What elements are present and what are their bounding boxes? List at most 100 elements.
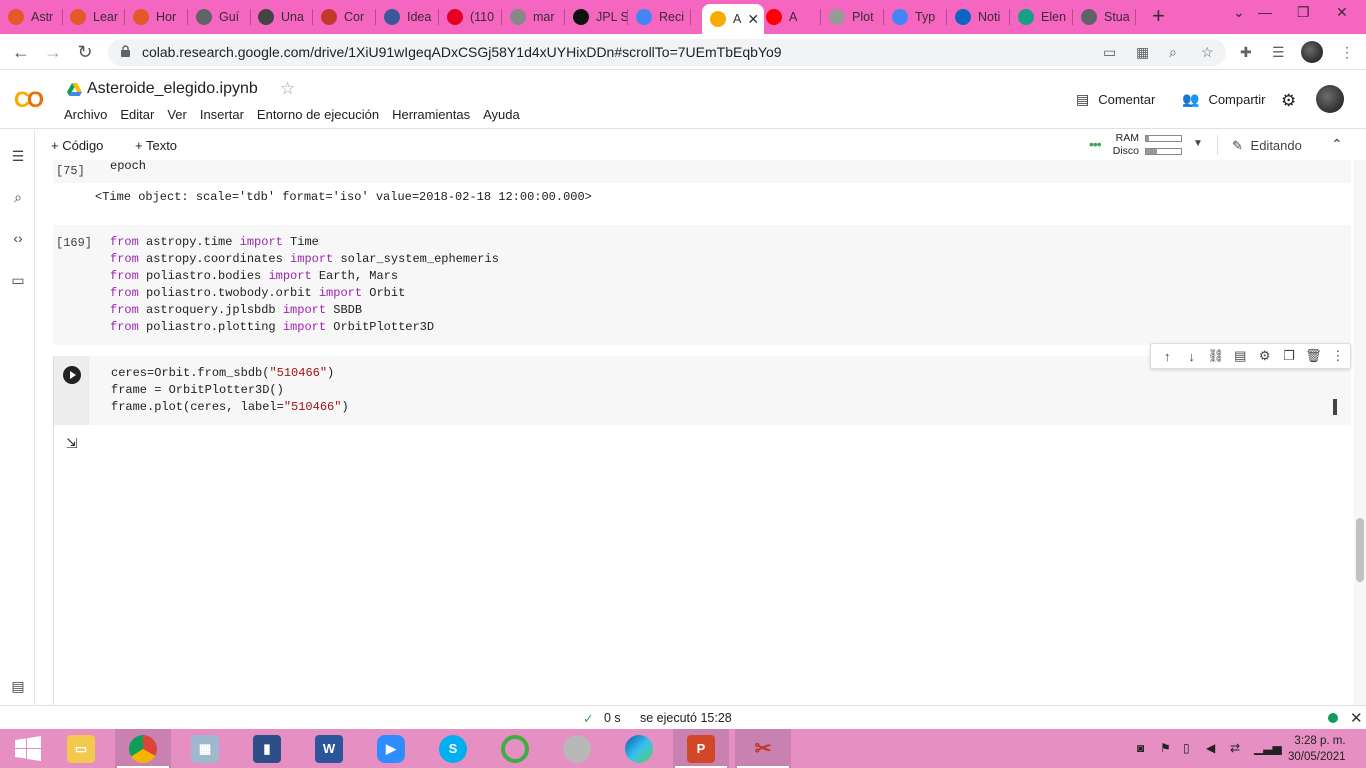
link-icon[interactable]: ⛓ — [1204, 348, 1228, 364]
chrome-taskbar[interactable] — [115, 729, 171, 768]
bookmark-star-icon[interactable]: ☆ — [1201, 44, 1214, 61]
share-button[interactable]: 👥 Compartir — [1182, 91, 1266, 108]
code-snippets-icon[interactable]: ‹› — [10, 230, 26, 246]
browser-profile-avatar[interactable] — [1301, 41, 1323, 63]
browser-menu-icon[interactable]: ⋮ — [1340, 44, 1354, 61]
remote-app-taskbar[interactable]: ▮ — [239, 729, 295, 768]
scrollbar-thumb[interactable] — [1356, 518, 1364, 582]
menu-help[interactable]: Ayuda — [483, 107, 520, 122]
star-notebook-icon[interactable]: ☆ — [280, 79, 295, 99]
edge-taskbar[interactable] — [611, 729, 667, 768]
menu-tools[interactable]: Herramientas — [392, 107, 470, 122]
add-text-cell-button[interactable]: + Texto — [135, 138, 177, 153]
move-up-icon[interactable]: ↑ — [1155, 349, 1179, 364]
maximize-button[interactable]: ❐ — [1297, 4, 1310, 21]
search-icon[interactable]: ⌕ — [10, 189, 26, 205]
menu-edit[interactable]: Editar — [120, 107, 154, 122]
minimize-button[interactable]: — — [1258, 4, 1272, 20]
run-cell-button[interactable] — [63, 366, 81, 384]
browser-tab[interactable]: mar — [510, 5, 565, 29]
runtime-dropdown-icon[interactable]: ▼ — [1193, 138, 1203, 149]
move-down-icon[interactable]: ↓ — [1179, 349, 1203, 364]
tab-separator — [1135, 9, 1136, 25]
collapse-header-icon[interactable]: ⌃ — [1331, 136, 1343, 153]
browser-tab[interactable]: A — [766, 5, 821, 29]
reading-list-icon[interactable]: ☰ — [1272, 44, 1285, 61]
battery-tray-icon[interactable]: ▯ — [1183, 741, 1190, 755]
close-status-icon[interactable]: ✕ — [1350, 709, 1363, 727]
word-taskbar[interactable]: W — [301, 729, 357, 768]
tab-search-icon[interactable]: ⌄ — [1233, 4, 1245, 21]
reload-icon[interactable]: ↻ — [74, 41, 96, 63]
new-tab-button[interactable]: + — [1152, 5, 1165, 27]
browser-tab[interactable]: Idea — [384, 5, 439, 29]
menu-insert[interactable]: Insertar — [200, 107, 244, 122]
menu-file[interactable]: Archivo — [64, 107, 107, 122]
qr-code-icon[interactable]: ▦ — [1136, 44, 1149, 61]
browser-tab[interactable]: Stua — [1081, 5, 1136, 29]
back-icon[interactable]: ← — [10, 41, 32, 63]
colab-logo[interactable]: CO — [14, 87, 44, 113]
skype-taskbar[interactable]: S — [425, 729, 481, 768]
zoom-taskbar[interactable]: ▶ — [363, 729, 419, 768]
ring-app-taskbar[interactable] — [487, 729, 543, 768]
add-code-cell-button[interactable]: + Código — [51, 138, 103, 153]
browser-tab[interactable]: Una — [258, 5, 313, 29]
browser-tab[interactable]: (110 — [447, 5, 502, 29]
browser-tab[interactable]: Astr — [8, 5, 63, 29]
delete-icon[interactable]: 🗑 — [1301, 348, 1325, 364]
browser-tab[interactable]: Hor — [133, 5, 188, 29]
address-bar[interactable]: colab.research.google.com/drive/1XiU91wI… — [108, 39, 1226, 66]
editing-mode-button[interactable]: ✎ Editando — [1232, 138, 1302, 154]
flag-tray-icon[interactable]: ⚑ — [1160, 741, 1171, 755]
browser-tab[interactable]: Reci — [636, 5, 691, 29]
browser-tab[interactable]: Cor — [321, 5, 376, 29]
comment-button[interactable]: ▤ Comentar — [1076, 91, 1155, 108]
zoom-icon[interactable]: ⌕ — [1169, 44, 1177, 61]
windows-start-button[interactable] — [0, 729, 56, 768]
browser-tab[interactable]: A ✕ — [702, 4, 764, 34]
browser-tab[interactable]: Guí — [196, 5, 251, 29]
user-avatar[interactable] — [1316, 85, 1344, 113]
calculator-taskbar[interactable]: ▦ — [177, 729, 233, 768]
browser-tab[interactable]: JPL S — [573, 5, 628, 29]
close-tab-icon[interactable]: ✕ — [747, 11, 759, 28]
files-folder-icon[interactable]: ▭ — [10, 272, 26, 288]
browser-tab[interactable]: Lear — [70, 5, 125, 29]
menu-view[interactable]: Ver — [167, 107, 187, 122]
notebook-scrollbar[interactable] — [1354, 160, 1366, 705]
more-options-icon[interactable]: ⋮ — [1326, 348, 1350, 364]
browser-tab[interactable]: Typ — [892, 5, 947, 29]
volume-tray-icon[interactable]: ◀ — [1206, 741, 1215, 755]
code-cell-169[interactable]: [169] from astropy.time import Time from … — [53, 225, 1351, 345]
extensions-icon[interactable]: ✚ — [1240, 44, 1252, 61]
browser-tab[interactable]: Plot — [829, 5, 884, 29]
ram-usage-bar[interactable] — [1145, 135, 1182, 142]
comment-icon[interactable]: ▤ — [1228, 348, 1252, 364]
menu-runtime[interactable]: Entorno de ejecución — [257, 107, 379, 122]
table-of-contents-icon[interactable]: ☰ — [10, 148, 26, 164]
share-label: Compartir — [1208, 92, 1266, 107]
mirror-cell-icon[interactable]: ❐ — [1277, 348, 1301, 364]
browser-tab[interactable]: Elen — [1018, 5, 1073, 29]
output-actions-icon[interactable]: ⇲ — [66, 435, 78, 452]
powerpoint-taskbar[interactable]: P — [673, 729, 729, 768]
close-window-button[interactable]: ✕ — [1336, 4, 1348, 21]
disk-usage-bar[interactable] — [1145, 148, 1182, 155]
cast-icon[interactable]: ▭ — [1103, 44, 1116, 61]
google-drive-icon[interactable] — [67, 83, 82, 96]
cell-settings-icon[interactable]: ⚙ — [1253, 348, 1277, 364]
file-explorer-taskbar[interactable]: ▭ — [53, 729, 109, 768]
camera-tray-icon[interactable]: ◙ — [1137, 741, 1144, 755]
audio-app-taskbar[interactable] — [549, 729, 605, 768]
terminal-icon[interactable]: ▤ — [10, 678, 26, 694]
teamviewer-tray-icon[interactable]: ⇄ — [1230, 741, 1240, 755]
notebook-title[interactable]: Asteroide_elegido.ipynb — [87, 80, 258, 98]
network-signal-tray-icon[interactable]: ▁▃▅ — [1254, 741, 1282, 755]
browser-tab[interactable]: Noti — [955, 5, 1010, 29]
settings-gear-icon[interactable]: ⚙ — [1281, 91, 1296, 111]
forward-icon[interactable]: → — [42, 41, 64, 63]
taskbar-clock[interactable]: 3:28 p. m. 30/05/2021 — [1288, 733, 1346, 765]
snipping-tool-taskbar[interactable]: ✂ — [735, 729, 791, 768]
code-cell-75[interactable]: [75] epoch — [53, 160, 1351, 183]
